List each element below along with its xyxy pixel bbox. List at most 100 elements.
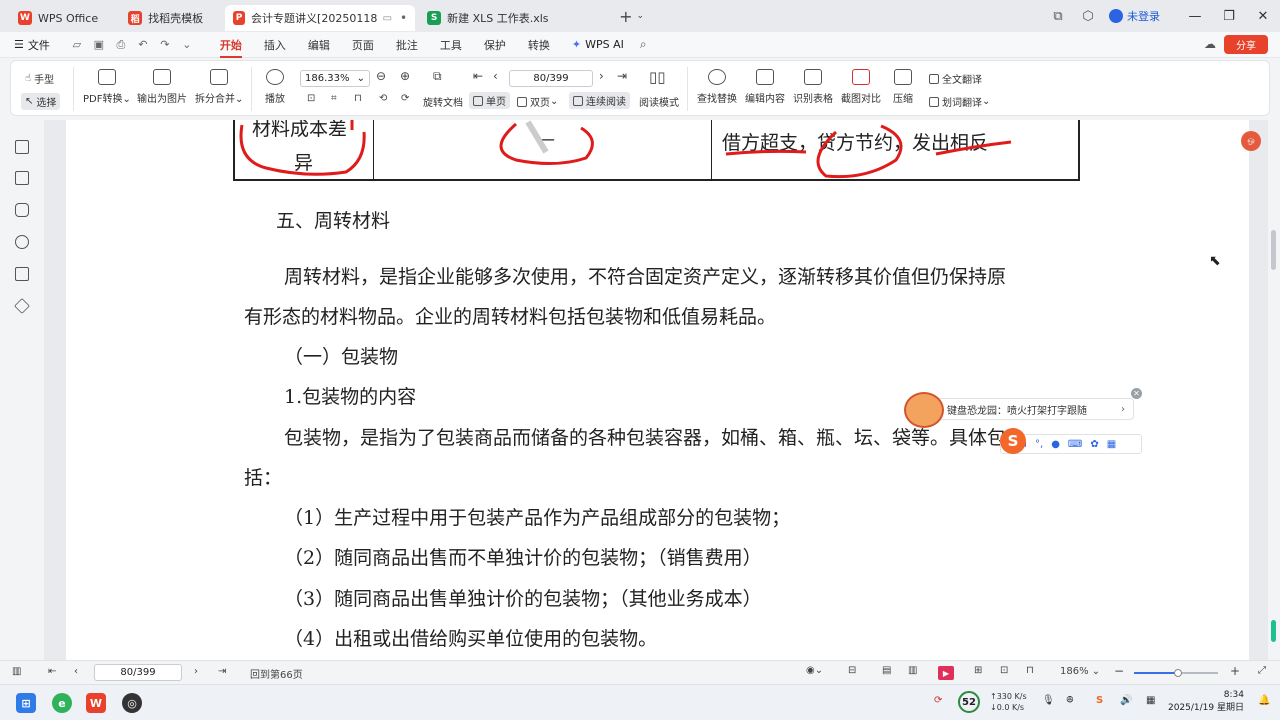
volume-icon[interactable]: 🔊	[1120, 695, 1132, 706]
microphone-icon[interactable]: 🎙	[1042, 695, 1055, 706]
find-replace-button[interactable]: 查找替换	[697, 69, 737, 105]
layers-icon[interactable]	[14, 298, 30, 314]
open-folder-icon[interactable]: ▱	[66, 38, 88, 51]
page-number-input[interactable]: 80/399	[509, 70, 593, 87]
comment-icon[interactable]	[15, 203, 29, 217]
menu-edit[interactable]: 编辑	[308, 37, 330, 53]
tab-wps-office[interactable]: W WPS Office	[10, 5, 106, 31]
zoom-select[interactable]: 186.33% ⌄	[300, 70, 370, 87]
continuous-view-icon[interactable]: ⊟	[848, 665, 856, 676]
prev-page-icon[interactable]: ‹	[493, 69, 498, 83]
first-page-icon[interactable]: ⇤	[48, 666, 56, 677]
microphone-icon[interactable]: ●	[1051, 439, 1060, 450]
hand-tool-button[interactable]: ☝ 手型	[25, 71, 54, 86]
browser-icon[interactable]: e	[52, 693, 72, 713]
menu-tools[interactable]: 工具	[440, 37, 462, 53]
tab-pdf-document[interactable]: P 会计专题讲义[20250118173 ▭ •	[225, 5, 416, 31]
zoom-out-icon[interactable]: ⊖	[376, 69, 386, 83]
zoom-slider-knob[interactable]	[1174, 669, 1182, 677]
next-page-icon[interactable]: ›	[194, 666, 198, 677]
select-tool-button[interactable]: ↖ 选择	[21, 93, 61, 110]
thumbnail-icon[interactable]	[15, 171, 29, 185]
zoom-in-icon[interactable]: ⊕	[400, 69, 410, 83]
fit-width-icon[interactable]: ⊞	[974, 665, 982, 676]
system-clock[interactable]: 8:34 2025/1/19 星期日	[1168, 689, 1244, 715]
undo-icon[interactable]: ↶	[132, 38, 154, 51]
next-page-icon[interactable]: ›	[599, 69, 604, 83]
cube-icon[interactable]: ⬡	[1073, 9, 1103, 24]
rotate-right-icon[interactable]: ⟳	[401, 93, 409, 104]
zoom-level[interactable]: 186% ⌄	[1060, 666, 1100, 677]
go-back-link[interactable]: 回到第66页	[250, 666, 303, 681]
minimize-button[interactable]: —	[1178, 9, 1212, 24]
fit-page-icon[interactable]: ⊡	[1000, 665, 1008, 676]
search-icon[interactable]: ⌕	[640, 37, 647, 52]
recognize-table-button[interactable]: 识别表格	[793, 69, 833, 105]
continuous-reading-button[interactable]: 连续阅读	[569, 92, 630, 109]
read-book-icon[interactable]: ▯▯	[649, 68, 666, 86]
close-icon[interactable]: •	[400, 11, 407, 25]
file-menu[interactable]: ☰ 文件	[14, 37, 50, 53]
full-translate-button[interactable]: 全文翻译	[929, 71, 982, 86]
menu-home[interactable]: 开始	[219, 37, 242, 58]
skin-icon[interactable]: ✿	[1090, 439, 1098, 450]
menu-annotate[interactable]: 批注	[396, 37, 418, 53]
zoom-in-icon[interactable]: +	[1230, 664, 1240, 678]
cloud-upload-icon[interactable]: ☁	[1204, 37, 1216, 51]
edit-content-button[interactable]: 编辑内容	[745, 69, 785, 105]
battery-badge[interactable]: 52	[958, 691, 980, 713]
wps-taskbar-icon[interactable]: W	[86, 693, 106, 713]
vertical-scrollbar[interactable]	[1268, 120, 1280, 660]
word-translate-button[interactable]: 划词翻译 ⌄	[929, 94, 990, 109]
wps-ai-button[interactable]: ✦ WPS AI	[572, 38, 624, 51]
login-button[interactable]: 未登录	[1109, 8, 1160, 24]
chevron-down-icon[interactable]: ⌄	[637, 11, 645, 21]
save-icon[interactable]: ▣	[88, 38, 110, 51]
app-icon[interactable]: ◎	[122, 693, 142, 713]
float-assistant-icon[interactable]: ஒ	[1241, 131, 1261, 151]
reading-mode-button[interactable]: 阅读模式	[639, 94, 679, 109]
fit-height-icon[interactable]: ⊓	[1026, 665, 1034, 676]
grid-tray-icon[interactable]: ▦	[1146, 695, 1155, 706]
menu-insert[interactable]: 插入	[264, 37, 286, 53]
window-layout-icon[interactable]: ⧉	[1043, 9, 1073, 24]
fit-width-icon[interactable]: ⌗	[331, 93, 337, 104]
split-merge-button[interactable]: 拆分合并⌄	[195, 69, 243, 105]
play-button[interactable]: 播放	[265, 69, 285, 105]
windows-start-icon[interactable]: ⊞	[16, 693, 36, 713]
chevron-down-icon[interactable]: ⌄	[176, 38, 198, 51]
signature-icon[interactable]	[15, 267, 29, 281]
punctuation-icon[interactable]: °,	[1035, 439, 1043, 450]
new-tab-button[interactable]: +	[619, 7, 632, 26]
tab-xls-sheet[interactable]: S 新建 XLS 工作表.xls	[419, 5, 609, 31]
export-image-button[interactable]: 输出为图片	[137, 69, 187, 105]
keyboard-icon[interactable]: ⌨	[1068, 439, 1082, 450]
attachment-icon[interactable]	[15, 235, 29, 249]
screenshot-compare-button[interactable]: 截图对比	[841, 69, 881, 105]
double-view-icon[interactable]: ▥	[908, 665, 917, 676]
share-button[interactable]: 分享	[1224, 35, 1268, 54]
redo-icon[interactable]: ↷	[154, 38, 176, 51]
audio-icon[interactable]: ꔮ	[1066, 695, 1074, 706]
bookmark-icon[interactable]	[15, 140, 29, 154]
print-icon[interactable]: ⎙	[110, 38, 132, 52]
fit-height-icon[interactable]: ⊓	[354, 93, 362, 104]
prev-page-icon[interactable]: ‹	[74, 666, 78, 677]
pdf-convert-button[interactable]: PDF转换⌄	[83, 69, 131, 105]
scrollbar-thumb[interactable]	[1271, 230, 1276, 270]
menu-convert[interactable]: 转换	[528, 37, 550, 53]
single-page-button[interactable]: 单页	[469, 92, 510, 109]
menu-protect[interactable]: 保护	[484, 37, 506, 53]
last-page-icon[interactable]: ⇥	[218, 666, 226, 677]
sidebar-toggle-icon[interactable]: ▥	[12, 666, 21, 677]
fullscreen-icon[interactable]: ⤢	[1258, 665, 1266, 676]
single-view-icon[interactable]: ▤	[882, 665, 891, 676]
last-page-icon[interactable]: ⇥	[617, 69, 627, 83]
document-viewer[interactable]: 材料成本差 异 — 借方超支，贷方节约，发出相反 五、周转材料 周转材料，是指企…	[44, 120, 1268, 660]
close-icon[interactable]: ✕	[1131, 388, 1142, 399]
play-slideshow-icon[interactable]: ▶	[938, 666, 954, 680]
tab-docer-templates[interactable]: 稻 找稻壳模板	[120, 5, 211, 31]
refresh-icon[interactable]: ⟳	[934, 695, 942, 706]
compress-button[interactable]: 压缩	[893, 69, 913, 105]
restore-button[interactable]: ❐	[1212, 9, 1246, 24]
